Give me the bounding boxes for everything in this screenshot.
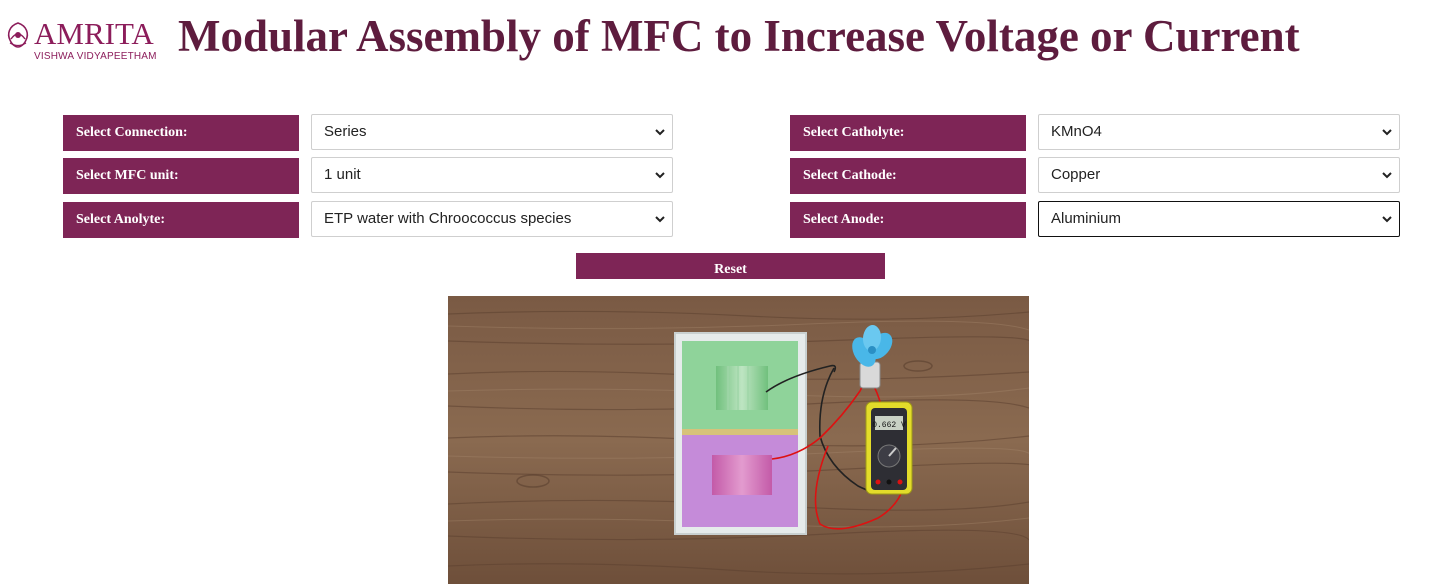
cathode-select[interactable]: Copper — [1038, 157, 1400, 193]
reset-button[interactable]: Reset — [576, 253, 885, 279]
anolyte-value: ETP water with Chroococcus species — [324, 210, 572, 227]
page-title: Modular Assembly of MFC to Increase Volt… — [178, 11, 1300, 61]
multimeter: 0.662 V — [865, 401, 913, 495]
mfc-unit — [674, 332, 807, 535]
logo-wordmark: AMRITA — [34, 16, 154, 51]
cathode-label: Select Cathode: — [790, 158, 1026, 194]
anolyte-select[interactable]: ETP water with Chroococcus species — [311, 201, 673, 237]
anode-value: Aluminium — [1051, 210, 1122, 227]
connection-select[interactable]: Series — [311, 114, 673, 150]
connection-label: Select Connection: — [63, 115, 299, 151]
simulation-canvas: 0.662 V — [448, 296, 1029, 584]
membrane — [682, 429, 798, 435]
anode-electrode — [712, 455, 772, 495]
connection-value: Series — [324, 123, 367, 140]
chevron-down-icon — [1382, 216, 1392, 223]
mfc-unit-select[interactable]: 1 unit — [311, 157, 673, 193]
chevron-down-icon — [1382, 129, 1392, 136]
chevron-down-icon — [655, 172, 665, 179]
catholyte-label: Select Catholyte: — [790, 115, 1026, 151]
emblem-icon — [7, 22, 29, 48]
cathode-value: Copper — [1051, 166, 1101, 183]
anode-label: Select Anode: — [790, 202, 1026, 238]
cathode-electrode — [716, 366, 768, 410]
amrita-logo: AMRITA VISHWA VIDYAPEETHAM — [4, 14, 157, 62]
catholyte-value: KMnO4 — [1051, 123, 1102, 140]
chevron-down-icon — [1382, 172, 1392, 179]
chevron-down-icon — [655, 129, 665, 136]
logo-subtitle: VISHWA VIDYAPEETHAM — [34, 51, 157, 62]
mfc-setup-illustration: 0.662 V — [448, 296, 1029, 584]
catholyte-select[interactable]: KMnO4 — [1038, 114, 1400, 150]
mfc-unit-value: 1 unit — [324, 166, 361, 183]
chevron-down-icon — [655, 216, 665, 223]
anode-select[interactable]: Aluminium — [1038, 201, 1400, 237]
anolyte-label: Select Anolyte: — [63, 202, 299, 238]
multimeter-reading: 0.662 V — [872, 421, 906, 430]
mfc-unit-label: Select MFC unit: — [63, 158, 299, 194]
